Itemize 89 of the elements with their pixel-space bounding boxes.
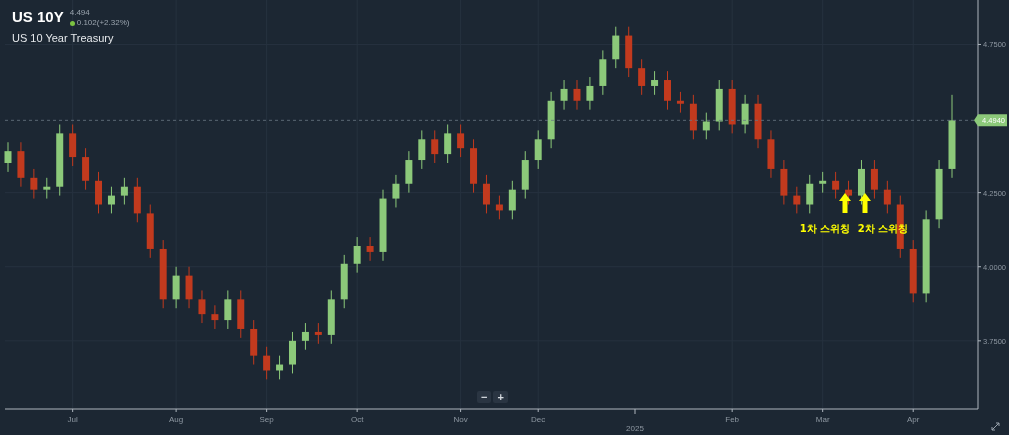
candlestick (612, 26, 620, 69)
annotation-label: 1차 스위칭 (799, 223, 851, 234)
candlestick (146, 204, 154, 259)
candlestick (418, 129, 426, 170)
zoom-button[interactable]: − (477, 391, 492, 403)
candlestick (741, 94, 749, 134)
candlestick (69, 124, 77, 167)
candlestick (211, 304, 219, 330)
candlestick (832, 171, 840, 200)
candlestick (870, 159, 878, 200)
candlestick (250, 319, 258, 366)
x-axis-label: Oct (350, 415, 364, 424)
candlestick (689, 94, 697, 140)
candlestick (728, 79, 736, 134)
candlestick (883, 180, 891, 214)
candlestick (858, 159, 865, 205)
candlestick (560, 79, 568, 111)
candlestick (767, 129, 775, 179)
candlestick (599, 49, 607, 96)
instrument-name: US 10 Year Treasury (12, 32, 115, 45)
candlestick (405, 150, 413, 194)
x-axis-label: Aug (169, 415, 184, 424)
candlestick (508, 180, 516, 220)
candlestick (547, 91, 555, 149)
candlestick (95, 171, 102, 214)
candlestick (845, 180, 853, 205)
candlestick (702, 112, 710, 140)
candlestick (314, 322, 322, 345)
candlestick (586, 76, 594, 111)
candlestick (327, 289, 335, 345)
up-arrow-icon (859, 193, 871, 213)
candlestick (159, 239, 167, 309)
x-axis-label: Nov (453, 415, 468, 424)
candlestick (353, 236, 361, 274)
candlestick (470, 138, 478, 194)
candlestick (819, 171, 827, 194)
candlestick (30, 168, 38, 200)
candlestick (495, 195, 503, 220)
resize-icon[interactable] (991, 422, 1000, 431)
up-arrow-icon (839, 193, 851, 213)
candlestick (793, 186, 801, 214)
candlestick (482, 174, 490, 214)
candlestick (444, 124, 452, 164)
candlestick (366, 236, 374, 262)
candlestick (909, 239, 917, 303)
candlestick (82, 147, 90, 191)
candlestick (185, 266, 193, 309)
price-change: 0.102(+2.32%) (76, 18, 130, 28)
candlestick (340, 254, 348, 309)
candlestick (625, 26, 633, 78)
x-axis-label: Sep (259, 415, 274, 424)
candlestick (133, 177, 141, 223)
candlestick (224, 289, 232, 330)
candlestick (780, 159, 788, 205)
candlestick (638, 58, 646, 96)
candlestick (431, 129, 439, 164)
candlestick (573, 79, 581, 111)
x-axis-label: Jul (67, 415, 78, 424)
candlestick (534, 129, 542, 170)
symbol-title: US 10Y (12, 8, 64, 26)
candlestick (43, 177, 51, 200)
candlestick (4, 141, 12, 173)
x-axis-label: Feb (725, 415, 740, 424)
candlestick (457, 124, 465, 158)
zoom-button[interactable]: + (493, 391, 508, 403)
candlestick (301, 322, 309, 351)
candlestick (276, 355, 284, 380)
candlestick (107, 186, 115, 214)
x-axis-label: Dec (531, 415, 546, 424)
candlestick (935, 159, 943, 229)
candlestick (392, 174, 400, 208)
candlestick (172, 266, 180, 309)
x-axis-label: Apr (907, 415, 920, 424)
x-axis-label: Mar (815, 415, 830, 424)
candlestick (754, 94, 762, 149)
candlestick (676, 91, 684, 114)
candlestick (289, 331, 296, 374)
candlestick (521, 150, 529, 200)
price-value: 4.494 (69, 8, 91, 18)
candlestick (664, 70, 671, 111)
candlestick (120, 177, 128, 205)
x-axis-label: 2025 (626, 424, 644, 433)
candlestick (237, 289, 245, 339)
candlestick (263, 346, 271, 380)
candlestick (17, 141, 25, 188)
candlestick (651, 70, 659, 96)
candlestick (806, 174, 814, 214)
candlestick (715, 79, 723, 131)
candlestick (198, 289, 206, 324)
